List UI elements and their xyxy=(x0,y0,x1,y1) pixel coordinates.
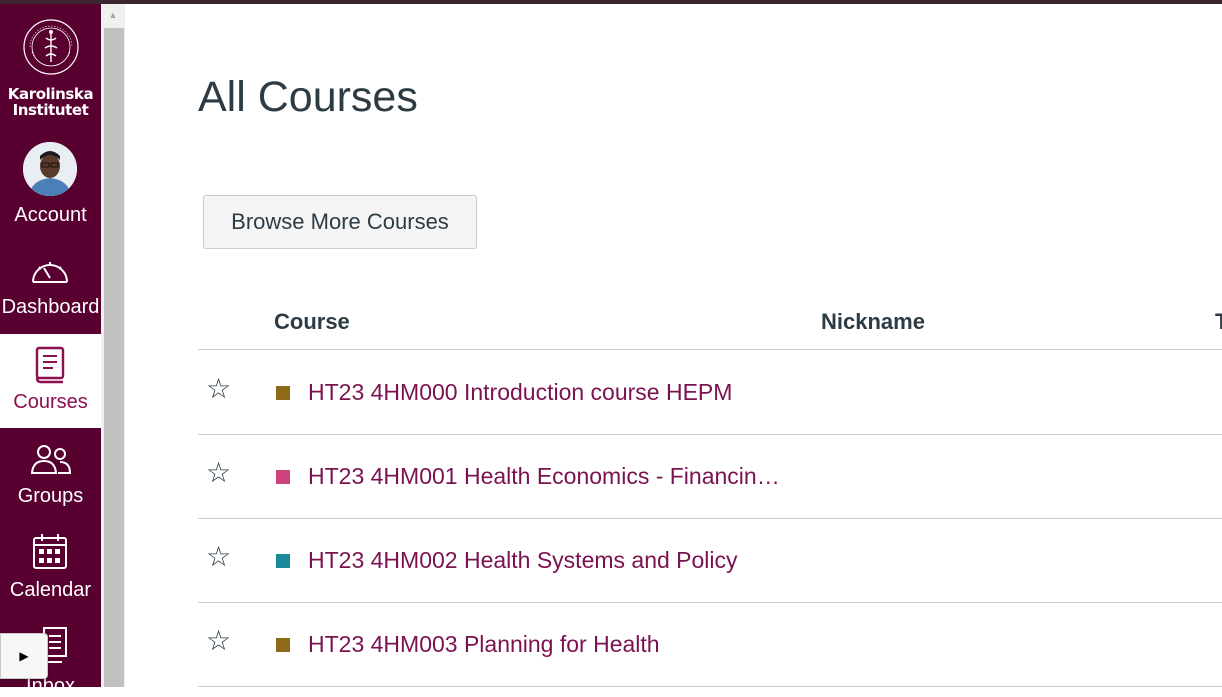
course-link[interactable]: HT23 4HM002 Health Systems and Policy xyxy=(308,546,738,574)
groups-icon xyxy=(30,445,72,474)
nav-item-account[interactable]: Account xyxy=(0,140,101,235)
nav-item-dashboard[interactable]: Dashboard xyxy=(0,248,101,334)
course-color-swatch xyxy=(276,554,290,568)
scrollbar-thumb[interactable] xyxy=(104,28,124,687)
nav-label-dashboard: Dashboard xyxy=(1,296,100,318)
column-header-term[interactable]: T xyxy=(1215,308,1222,336)
scroll-up-arrow-icon[interactable]: ▲ xyxy=(101,4,125,26)
course-color-swatch xyxy=(276,470,290,484)
expand-toggle-button[interactable]: ▶ xyxy=(0,633,48,679)
nav-item-courses[interactable]: Courses xyxy=(0,334,101,428)
top-bar xyxy=(0,0,1222,4)
nav-label-calendar: Calendar xyxy=(9,579,92,601)
star-icon[interactable]: ☆ xyxy=(206,458,231,488)
table-row: ☆ HT23 4HM002 Health Systems and Policy xyxy=(198,518,1222,603)
star-icon[interactable]: ☆ xyxy=(206,542,231,572)
browse-more-courses-button[interactable]: Browse More Courses xyxy=(203,195,477,249)
nav-item-calendar[interactable]: Calendar xyxy=(0,528,101,618)
logo-line-2: Institutet xyxy=(12,101,89,119)
page-title: All Courses xyxy=(198,73,418,121)
nav-item-groups[interactable]: Groups xyxy=(0,434,101,524)
nav-label-groups: Groups xyxy=(17,485,84,507)
column-header-nickname[interactable]: Nickname xyxy=(821,308,925,336)
avatar xyxy=(23,142,77,196)
star-icon[interactable]: ☆ xyxy=(206,626,231,656)
nav-label-account: Account xyxy=(14,204,87,226)
scrollbar[interactable]: ▲ xyxy=(101,4,125,687)
course-color-swatch xyxy=(276,386,290,400)
table-row: ☆ HT23 4HM001 Health Economics - Financi… xyxy=(198,434,1222,519)
course-link[interactable]: HT23 4HM000 Introduction course HEPM xyxy=(308,378,732,406)
global-navigation: Karolinska Institutet Account Dashboard xyxy=(0,4,101,697)
dashboard-gauge-icon xyxy=(32,262,68,283)
course-link[interactable]: HT23 4HM003 Planning for Health xyxy=(308,630,660,658)
table-row: ☆ HT23 4HM000 Introduction course HEPM xyxy=(198,350,1222,435)
column-header-course[interactable]: Course xyxy=(274,308,350,336)
seal-icon xyxy=(23,19,79,75)
nav-label-courses: Courses xyxy=(13,391,88,413)
table-row: ☆ HT23 4HM003 Planning for Health xyxy=(198,602,1222,687)
course-link[interactable]: HT23 4HM001 Health Economics - Financin… xyxy=(308,462,780,490)
course-color-swatch xyxy=(276,638,290,652)
book-icon xyxy=(35,346,65,384)
star-icon[interactable]: ☆ xyxy=(206,374,231,404)
institution-logo[interactable]: Karolinska Institutet xyxy=(0,4,101,134)
logo-line-1: Karolinska xyxy=(7,85,94,103)
play-icon: ▶ xyxy=(19,649,29,663)
calendar-icon xyxy=(33,534,67,569)
